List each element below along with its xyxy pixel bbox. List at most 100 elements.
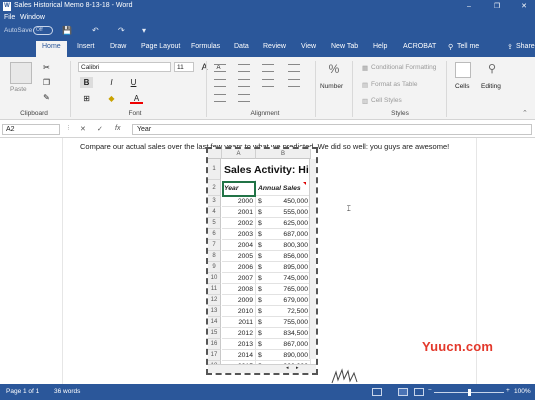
cut-icon[interactable]: ✂ bbox=[40, 62, 53, 73]
row-number[interactable]: 11 bbox=[208, 284, 221, 295]
zoom-out-icon[interactable]: − bbox=[428, 387, 432, 394]
grow-font-icon[interactable]: A bbox=[198, 62, 211, 73]
editing-button[interactable]: Editing bbox=[481, 83, 501, 90]
year-cell[interactable]: 2004 bbox=[222, 240, 256, 251]
year-cell[interactable]: 2013 bbox=[222, 339, 256, 350]
sales-cell[interactable]: 765,000 bbox=[266, 284, 311, 295]
row-number[interactable]: 17 bbox=[208, 350, 221, 361]
read-mode-icon[interactable] bbox=[372, 388, 382, 396]
row-number[interactable]: 15 bbox=[208, 328, 221, 339]
row-number[interactable]: 1 bbox=[208, 159, 221, 180]
sales-cell[interactable]: 555,000 bbox=[266, 207, 311, 218]
collapse-ribbon-icon[interactable]: ⌃ bbox=[522, 109, 528, 117]
tab-page-layout[interactable]: Page Layout bbox=[141, 43, 180, 50]
customize-qat-icon[interactable]: ▾ bbox=[142, 26, 146, 35]
tab-draw[interactable]: Draw bbox=[110, 43, 126, 50]
tab-new-tab[interactable]: New Tab bbox=[331, 43, 358, 50]
middle-align-icon[interactable] bbox=[238, 64, 250, 72]
page-count[interactable]: Page 1 of 1 bbox=[6, 388, 39, 395]
web-layout-icon[interactable] bbox=[414, 388, 424, 396]
row-number[interactable]: 8 bbox=[208, 251, 221, 262]
tab-insert[interactable]: Insert bbox=[77, 43, 95, 50]
number-percent-icon[interactable]: % bbox=[326, 62, 342, 78]
tab-view[interactable]: View bbox=[301, 43, 316, 50]
undo-icon[interactable]: ↶ bbox=[92, 26, 99, 35]
conditional-formatting-icon[interactable]: ▦ bbox=[362, 64, 368, 72]
name-box[interactable]: A2 bbox=[2, 124, 60, 135]
close-button[interactable]: ✕ bbox=[515, 1, 533, 12]
sales-cell[interactable]: 895,000 bbox=[266, 262, 311, 273]
row-number[interactable]: 7 bbox=[208, 240, 221, 251]
tab-data[interactable]: Data bbox=[234, 43, 249, 50]
sales-cell[interactable]: 867,000 bbox=[266, 339, 311, 350]
zoom-slider-thumb[interactable] bbox=[468, 389, 471, 396]
center-icon[interactable] bbox=[238, 79, 250, 87]
sales-cell[interactable]: 687,000 bbox=[266, 229, 311, 240]
tab-acrobat[interactable]: ACROBAT bbox=[403, 43, 436, 50]
embedded-excel-object[interactable]: A B 1 2 Year Annual Sales 3 2000 $450,000 4 2001… bbox=[206, 147, 318, 375]
merge-center-icon[interactable] bbox=[288, 79, 300, 87]
sales-cell[interactable]: 834,500 bbox=[266, 328, 311, 339]
conditional-formatting-button[interactable]: Conditional Formatting bbox=[371, 64, 436, 71]
row-number[interactable]: 3 bbox=[208, 196, 221, 207]
font-size-dropdown[interactable]: 11 bbox=[174, 62, 194, 72]
wrap-text-icon[interactable] bbox=[288, 64, 300, 72]
menu-file[interactable]: File bbox=[4, 14, 15, 21]
scroll-right-icon[interactable]: ▸ bbox=[296, 365, 299, 371]
sales-cell[interactable]: 450,000 bbox=[266, 196, 311, 207]
cells-button[interactable]: Cells bbox=[455, 83, 469, 90]
italic-button[interactable]: I bbox=[105, 77, 118, 88]
sales-cell[interactable]: 745,000 bbox=[266, 273, 311, 284]
share-button[interactable]: Share bbox=[516, 43, 535, 50]
font-name-dropdown[interactable]: Calibri bbox=[78, 62, 171, 72]
row-number[interactable]: 6 bbox=[208, 229, 221, 240]
sales-cell[interactable]: 755,000 bbox=[266, 317, 311, 328]
enter-icon[interactable]: ✓ bbox=[97, 125, 103, 133]
maximize-button[interactable]: ❐ bbox=[488, 1, 506, 12]
borders-icon[interactable]: ⊞ bbox=[80, 93, 93, 104]
row-number[interactable]: 12 bbox=[208, 295, 221, 306]
year-cell[interactable]: 2011 bbox=[222, 317, 256, 328]
menu-window[interactable]: Window bbox=[20, 14, 45, 21]
row-number[interactable]: 4 bbox=[208, 207, 221, 218]
autosave-toggle[interactable]: Off bbox=[33, 26, 53, 35]
copy-icon[interactable]: ❐ bbox=[40, 77, 53, 88]
tab-home[interactable]: Home bbox=[36, 41, 67, 57]
paste-icon[interactable] bbox=[10, 62, 32, 84]
year-cell[interactable]: 2008 bbox=[222, 284, 256, 295]
column-header-b[interactable]: B bbox=[256, 149, 311, 159]
cell-styles-button[interactable]: Cell Styles bbox=[371, 97, 402, 104]
row-number[interactable]: 10 bbox=[208, 273, 221, 284]
row-number[interactable]: 16 bbox=[208, 339, 221, 350]
format-as-table-icon[interactable]: ▤ bbox=[362, 81, 368, 89]
sheet-title-cell[interactable]: Sales Activity: Hist bbox=[222, 160, 316, 181]
find-search-icon[interactable]: ⚲ bbox=[484, 62, 500, 78]
row-number[interactable]: 5 bbox=[208, 218, 221, 229]
row-number[interactable]: 14 bbox=[208, 317, 221, 328]
insert-function-icon[interactable]: fx bbox=[115, 125, 120, 132]
print-layout-icon[interactable] bbox=[398, 388, 408, 396]
top-align-icon[interactable] bbox=[214, 64, 226, 72]
sales-cell[interactable]: 800,300 bbox=[266, 240, 311, 251]
bottom-align-icon[interactable] bbox=[262, 64, 274, 72]
year-cell[interactable]: 2003 bbox=[222, 229, 256, 240]
more-options-icon[interactable]: ⋮ bbox=[66, 125, 71, 131]
year-cell[interactable]: 2006 bbox=[222, 262, 256, 273]
minimize-button[interactable]: – bbox=[460, 1, 478, 12]
cell-styles-icon[interactable]: ▥ bbox=[362, 97, 368, 105]
zoom-in-icon[interactable]: + bbox=[506, 387, 510, 394]
font-color-icon[interactable]: A bbox=[130, 93, 143, 104]
vertical-scrollbar[interactable] bbox=[309, 159, 316, 359]
cells-icon[interactable] bbox=[455, 62, 471, 78]
align-right-icon[interactable] bbox=[262, 79, 274, 87]
underline-button[interactable]: U bbox=[127, 77, 140, 88]
zoom-level[interactable]: 100% bbox=[514, 388, 531, 395]
number-format-button[interactable]: Number bbox=[320, 83, 343, 90]
word-count[interactable]: 36 words bbox=[54, 388, 80, 395]
cancel-icon[interactable]: ✕ bbox=[80, 125, 86, 133]
fill-color-icon[interactable]: ◆ bbox=[105, 93, 118, 104]
year-cell[interactable]: 2005 bbox=[222, 251, 256, 262]
format-as-table-button[interactable]: Format as Table bbox=[371, 81, 417, 88]
align-left-icon[interactable] bbox=[214, 79, 226, 87]
paste-button-label[interactable]: Paste bbox=[10, 86, 27, 93]
